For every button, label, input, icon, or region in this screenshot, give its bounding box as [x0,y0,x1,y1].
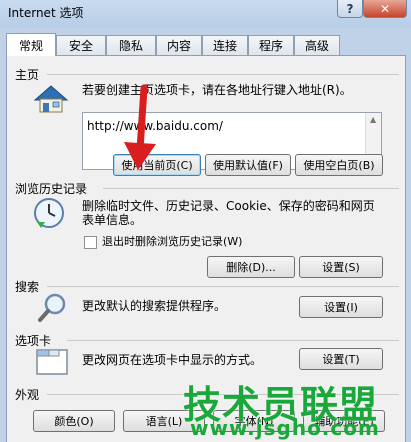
section-divider [47,286,399,287]
tab-programs[interactable]: 程序 [248,35,294,55]
section-divider [103,188,399,189]
history-description-line2: 表单信息。 [82,213,143,227]
search-settings-button[interactable]: 设置(I) [299,296,383,318]
history-section-title: 浏览历史记录 [15,182,88,196]
section-divider [47,74,399,75]
tabs-description: 更改网页在选项卡中显示的方式。 [82,353,263,367]
delete-on-exit-label: 退出时删除浏览历史记录(W) [102,235,243,248]
magnifier-icon [38,293,66,322]
house-icon [33,85,69,113]
colors-button[interactable]: 颜色(O) [33,410,115,432]
window-title: Internet 选项 [8,6,84,20]
history-clock-icon [34,198,64,228]
tab-privacy[interactable]: 隐私 [106,35,156,55]
tabs-icon [36,349,68,375]
scroll-up-icon[interactable]: ▲ [370,115,376,124]
delete-history-button[interactable]: 删除(D)... [207,256,295,278]
delete-on-exit-checkbox[interactable] [84,236,97,249]
annotation-arrow-icon [124,84,156,170]
help-button[interactable]: ? [337,0,363,18]
tab-general[interactable]: 常规 [6,33,56,56]
tab-connections[interactable]: 连接 [202,35,248,55]
search-description: 更改默认的搜索提供程序。 [82,299,227,313]
tab-strip: 常规 安全 隐私 内容 连接 程序 高级 [6,33,406,56]
appearance-section-title: 外观 [15,388,40,402]
section-divider [67,340,399,341]
tab-security[interactable]: 安全 [56,35,106,55]
tabs-settings-button[interactable]: 设置(T) [299,348,383,370]
tab-advanced[interactable]: 高级 [294,35,340,55]
watermark-url: www.jsgho.com [190,416,380,440]
title-bar: Internet 选项 ? ✕ [0,0,411,28]
tab-content[interactable]: 内容 [156,35,202,55]
history-settings-button[interactable]: 设置(S) [299,256,383,278]
use-default-button[interactable]: 使用默认值(F) [205,154,291,176]
search-section-title: 搜索 [15,280,40,294]
close-button[interactable]: ✕ [363,0,407,18]
use-blank-button[interactable]: 使用空白页(B) [295,154,383,176]
homepage-section-title: 主页 [15,68,40,82]
